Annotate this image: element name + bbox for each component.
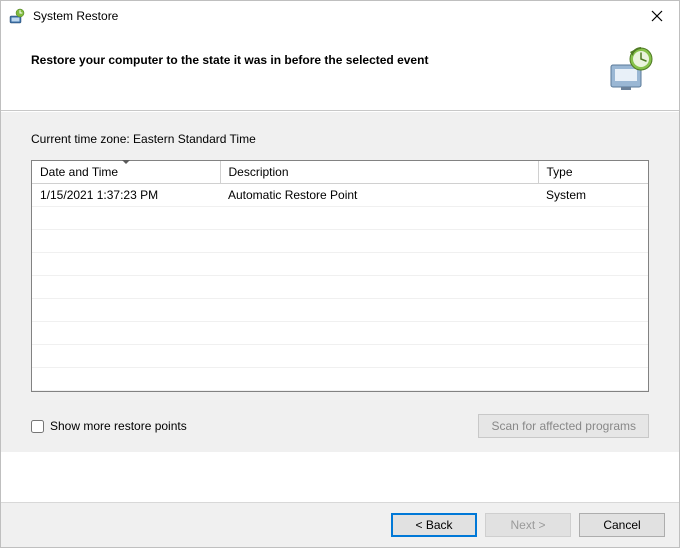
next-button: Next > bbox=[485, 513, 571, 537]
wizard-footer: < Back Next > Cancel bbox=[1, 502, 679, 547]
table-row-empty bbox=[32, 368, 648, 391]
table-row-empty bbox=[32, 253, 648, 276]
cancel-button[interactable]: Cancel bbox=[579, 513, 665, 537]
cell-datetime: 1/15/2021 1:37:23 PM bbox=[32, 184, 220, 207]
wizard-body: Current time zone: Eastern Standard Time… bbox=[1, 111, 679, 452]
table-row-empty bbox=[32, 322, 648, 345]
timezone-label: Current time zone: Eastern Standard Time bbox=[31, 132, 649, 146]
show-more-checkbox[interactable] bbox=[31, 420, 44, 433]
titlebar: System Restore bbox=[1, 1, 679, 31]
system-restore-icon bbox=[9, 8, 25, 24]
close-icon bbox=[651, 10, 663, 22]
column-header-datetime-label: Date and Time bbox=[40, 165, 118, 179]
close-button[interactable] bbox=[634, 1, 679, 31]
show-more-label[interactable]: Show more restore points bbox=[50, 419, 187, 433]
cell-description: Automatic Restore Point bbox=[220, 184, 538, 207]
column-header-datetime[interactable]: Date and Time bbox=[32, 161, 220, 184]
column-header-description[interactable]: Description bbox=[220, 161, 538, 184]
cell-type: System bbox=[538, 184, 648, 207]
column-header-type[interactable]: Type bbox=[538, 161, 648, 184]
table-row-empty bbox=[32, 207, 648, 230]
table-row-empty bbox=[32, 299, 648, 322]
table-row-empty bbox=[32, 230, 648, 253]
restore-points-list[interactable]: Date and Time Description Type 1/15/2021… bbox=[31, 160, 649, 392]
table-row[interactable]: 1/15/2021 1:37:23 PM Automatic Restore P… bbox=[32, 184, 648, 207]
sort-descending-icon bbox=[122, 160, 130, 164]
restore-large-icon bbox=[607, 45, 655, 93]
scan-affected-button: Scan for affected programs bbox=[478, 414, 649, 438]
back-button[interactable]: < Back bbox=[391, 513, 477, 537]
wizard-heading: Restore your computer to the state it wa… bbox=[31, 45, 607, 67]
wizard-header: Restore your computer to the state it wa… bbox=[1, 31, 679, 111]
table-row-empty bbox=[32, 276, 648, 299]
table-row-empty bbox=[32, 345, 648, 368]
window-title: System Restore bbox=[33, 9, 118, 23]
